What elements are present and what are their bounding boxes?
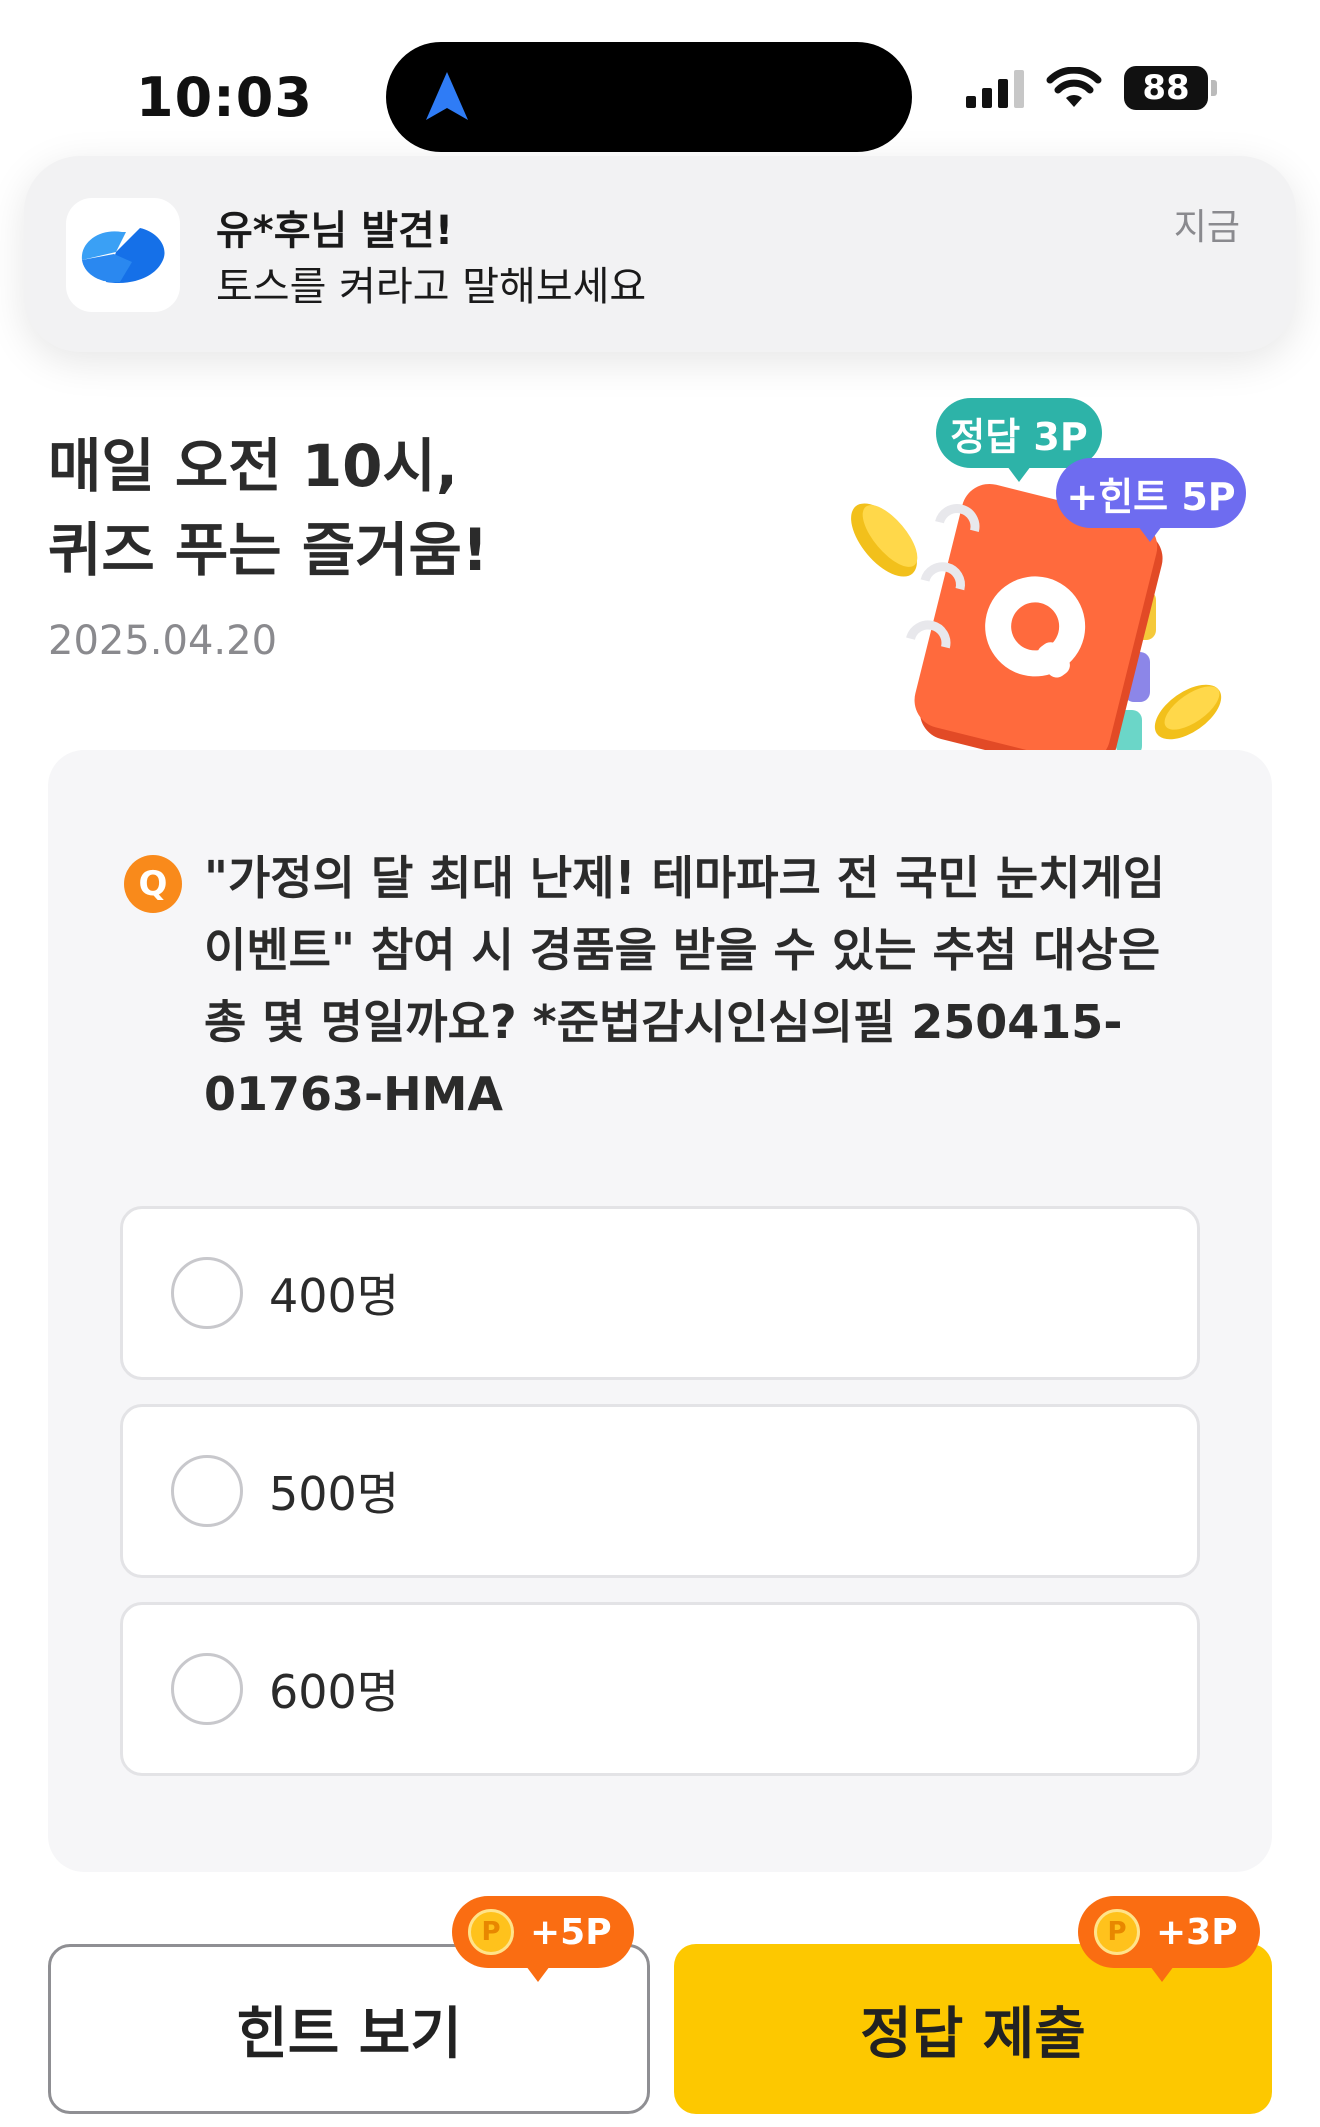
status-icons: 88 [966,66,1217,110]
answer-points-bubble: 정답 3P [936,398,1102,468]
submit-reward-badge: P +3P [1078,1896,1260,1968]
hint-reward-badge: P +5P [452,1896,634,1968]
battery-level: 88 [1142,68,1190,108]
answer-option-label: 400명 [269,1269,400,1323]
radio-button[interactable] [171,1653,243,1725]
notification-title: 유*후님 발견! [216,208,454,254]
question-badge: Q [124,855,182,913]
cellular-signal-icon [966,68,1024,108]
answer-points-label: 정답 3P [950,414,1088,459]
page-title-line2: 퀴즈 푸는 즐거움! [48,516,489,584]
submit-answer-button[interactable]: 정답 제출 [674,1944,1272,2114]
submit-reward-label: +3P [1156,1911,1238,1953]
navigation-arrow-icon [426,72,468,120]
hint-reward-label: +5P [530,1911,612,1953]
status-time: 10:03 [136,66,313,129]
toss-logo-icon [81,228,165,284]
point-coin-icon: P [1094,1909,1140,1955]
dynamic-island [386,42,912,152]
answer-option-label: 600명 [269,1665,400,1719]
battery-icon: 88 [1124,66,1217,110]
answer-option-1[interactable]: 400명 [120,1206,1200,1380]
app-icon [66,198,180,312]
notification-time: 지금 [1173,207,1240,248]
page-title: 매일 오전 10시, 퀴즈 푸는 즐거움! [48,424,488,592]
page-title-line1: 매일 오전 10시, [48,432,458,500]
push-notification[interactable]: 유*후님 발견! 토스를 켜라고 말해보세요 지금 [24,156,1296,352]
radio-button[interactable] [171,1455,243,1527]
hint-points-label: +힌트 5P [1066,474,1236,519]
quiz-card: Q "가정의 달 최대 난제! 테마파크 전 국민 눈치게임 이벤트" 참여 시… [48,750,1272,1872]
answer-option-2[interactable]: 500명 [120,1404,1200,1578]
hint-points-bubble: +힌트 5P [1056,458,1246,528]
point-coin-icon: P [468,1909,514,1955]
question-text: "가정의 달 최대 난제! 테마파크 전 국민 눈치게임 이벤트" 참여 시 경… [204,851,1166,1121]
notification-body: 토스를 켜라고 말해보세요 [216,264,647,310]
hint-button[interactable]: 힌트 보기 [48,1944,650,2114]
answer-option-label: 500명 [269,1467,400,1521]
wifi-icon [1046,67,1102,107]
answer-option-3[interactable]: 600명 [120,1602,1200,1776]
quiz-book-illustration: 정답 3P +힌트 5P [840,390,1280,810]
radio-button[interactable] [171,1257,243,1329]
quiz-date: 2025.04.20 [48,618,278,664]
quiz-page: 10:03 88 유*후님 발견! 토스를 켜라고 말해보세요 지금 매일 오전… [0,0,1320,2127]
